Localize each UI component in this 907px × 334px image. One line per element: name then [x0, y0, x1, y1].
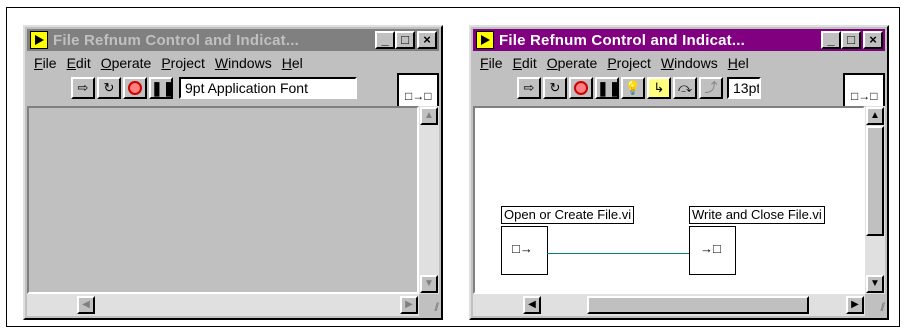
menu-windows[interactable]: Windows	[215, 55, 272, 71]
abort-icon[interactable]	[123, 77, 147, 99]
run-arrow-icon[interactable]: ⇨	[517, 77, 541, 99]
step-out-icon[interactable]: ⤴	[699, 77, 723, 99]
write-and-close-file-node[interactable]: →□	[689, 226, 736, 275]
horizontal-scrollbar[interactable]: ◀ ▶	[27, 294, 419, 316]
menu-help[interactable]: Hel	[728, 55, 749, 71]
menu-windows[interactable]: Windows	[661, 55, 718, 71]
step-into-icon[interactable]: ↳	[647, 77, 671, 99]
scroll-left-arrow-icon[interactable]: ◀	[523, 296, 541, 314]
pause-icon[interactable]: ❚❚	[149, 77, 174, 99]
menu-bar: File Edit Operate Project Windows Hel	[27, 52, 439, 74]
scroll-down-arrow-icon[interactable]: ▼	[866, 275, 884, 293]
vertical-scrollbar[interactable]: ▲ ▼	[865, 106, 885, 294]
file-refnum-in-icon: →□	[700, 241, 721, 256]
horizontal-scrollbar[interactable]: ◀ ▶	[473, 294, 865, 316]
labview-app-icon[interactable]	[476, 31, 494, 49]
step-over-icon[interactable]: ⤼	[673, 77, 697, 99]
scroll-right-arrow-icon[interactable]: ▶	[846, 296, 864, 314]
maximize-button[interactable]: □	[841, 31, 861, 49]
menu-operate[interactable]: Operate	[101, 55, 152, 71]
menu-file[interactable]: File	[34, 55, 57, 71]
menu-help[interactable]: Hel	[282, 55, 303, 71]
close-button[interactable]: ×	[417, 31, 437, 49]
vertical-scrollbar[interactable]: ▲ ▼	[419, 106, 439, 294]
panel-canvas[interactable]	[27, 106, 419, 294]
resize-grip-icon[interactable]	[865, 294, 885, 316]
title-bar[interactable]: File Refnum Control and Indicat... _ □ ×	[473, 29, 885, 51]
node-label: Open or Create File.vi	[501, 206, 635, 224]
connector-glyph: □→□	[405, 89, 432, 103]
menu-project[interactable]: Project	[607, 55, 651, 71]
scroll-up-arrow-icon[interactable]: ▲	[866, 107, 884, 125]
scroll-up-arrow-icon[interactable]: ▲	[420, 107, 438, 125]
title-bar[interactable]: File Refnum Control and Indicat... _ □ ×	[27, 29, 439, 51]
front-panel-window: File Refnum Control and Indicat... _ □ ×…	[23, 25, 443, 320]
scroll-right-arrow-icon[interactable]: ▶	[400, 296, 418, 314]
maximize-button[interactable]: □	[395, 31, 415, 49]
horizontal-scroll-thumb[interactable]	[587, 296, 809, 314]
menu-file[interactable]: File	[480, 55, 503, 71]
node-label: Write and Close File.vi	[689, 206, 825, 224]
minimize-button[interactable]: _	[821, 31, 841, 49]
menu-project[interactable]: Project	[161, 55, 205, 71]
refnum-wire[interactable]	[547, 253, 690, 254]
menu-edit[interactable]: Edit	[67, 55, 91, 71]
open-or-create-file-node[interactable]: □→	[501, 226, 548, 275]
run-arrow-icon[interactable]: ⇨	[71, 77, 95, 99]
menu-edit[interactable]: Edit	[513, 55, 537, 71]
window-title: File Refnum Control and Indicat...	[53, 31, 299, 49]
window-title: File Refnum Control and Indicat...	[499, 31, 745, 49]
toolbar: ⇨ ↻ ❚❚ 9pt Application Font	[71, 76, 357, 100]
file-refnum-out-icon: □→	[512, 241, 533, 256]
font-selector[interactable]: 13pt	[727, 77, 761, 99]
font-selector[interactable]: 9pt Application Font	[179, 77, 357, 99]
run-continuously-icon[interactable]: ↻	[97, 77, 121, 99]
pause-icon[interactable]: ❚❚	[595, 77, 620, 99]
abort-icon[interactable]	[569, 77, 593, 99]
highlight-execution-icon[interactable]: 💡	[621, 77, 645, 99]
close-button[interactable]: ×	[863, 31, 883, 49]
diagram-canvas[interactable]: Open or Create File.vi □→ Write and Clos…	[473, 106, 865, 294]
labview-app-icon[interactable]	[30, 31, 48, 49]
run-continuously-icon[interactable]: ↻	[543, 77, 567, 99]
menu-operate[interactable]: Operate	[547, 55, 598, 71]
scroll-left-arrow-icon[interactable]: ◀	[77, 296, 95, 314]
toolbar: ⇨ ↻ ❚❚ 💡 ↳ ⤼ ⤴ 13pt	[517, 76, 761, 100]
minimize-button[interactable]: _	[375, 31, 395, 49]
block-diagram-window: File Refnum Control and Indicat... _ □ ×…	[469, 25, 889, 320]
vertical-scroll-thumb[interactable]	[866, 126, 884, 236]
menu-bar: File Edit Operate Project Windows Hel	[473, 52, 885, 74]
connector-glyph: □→□	[851, 89, 878, 103]
scroll-down-arrow-icon[interactable]: ▼	[420, 275, 438, 293]
resize-grip-icon[interactable]	[419, 294, 439, 316]
